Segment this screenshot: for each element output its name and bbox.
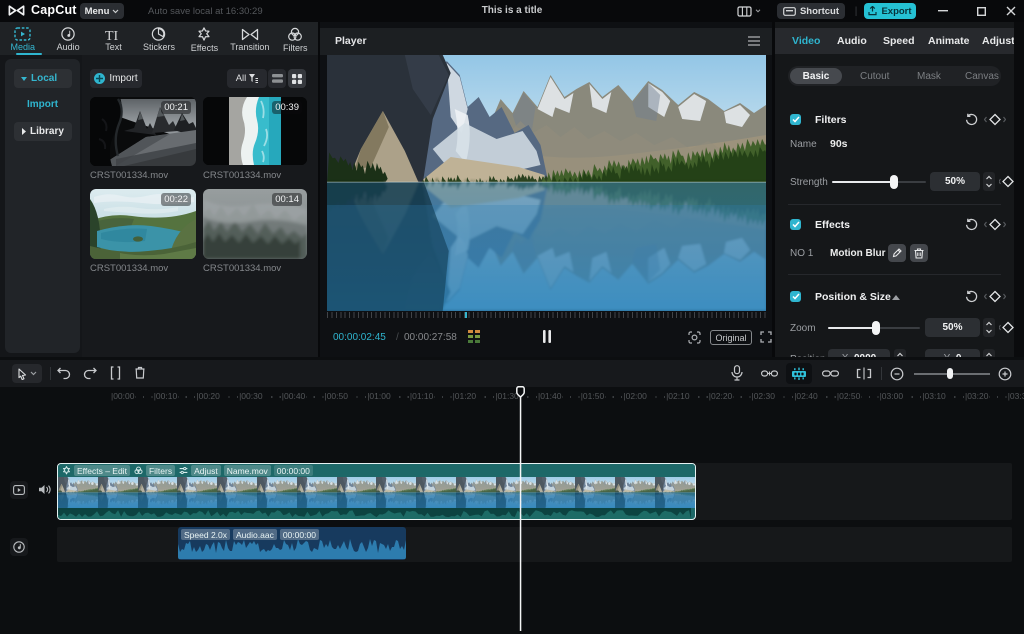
svg-text:TI: TI xyxy=(105,29,119,41)
